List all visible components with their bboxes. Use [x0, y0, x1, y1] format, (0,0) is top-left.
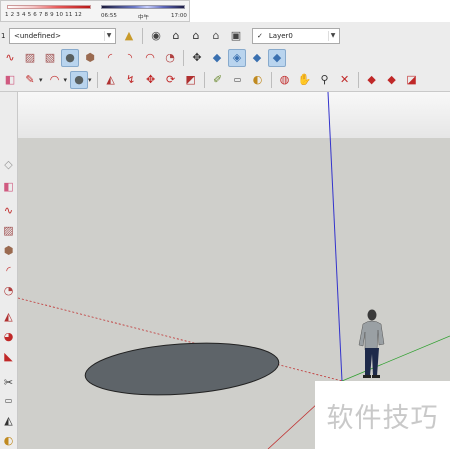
eraser-icon[interactable]: ◧ [1, 71, 19, 89]
tape-measure-icon[interactable]: ✂ [0, 374, 17, 391]
time-end-label: 17:00 [171, 13, 187, 19]
style-combo-prefix: 1 [1, 31, 6, 40]
iso-cube-icon[interactable]: ◆ [208, 49, 226, 67]
rotate-icon[interactable]: ◕ [0, 328, 17, 345]
select-icon[interactable]: ◇ [0, 156, 17, 173]
house-icon[interactable]: ⌂ [167, 27, 185, 45]
pie-icon[interactable]: ◔ [161, 49, 179, 67]
move-tool-icon[interactable]: ✥ [142, 71, 160, 89]
chevron-down-icon[interactable]: ▾ [88, 76, 92, 84]
watermark: 软件技巧 [315, 381, 450, 449]
chevron-down-icon[interactable]: ▾ [39, 76, 43, 84]
two-point-arc-icon[interactable]: ◝ [121, 49, 139, 67]
rectangle-icon[interactable]: ▨ [0, 222, 17, 239]
chevron-down-icon: ▼ [328, 30, 337, 41]
rotated-rectangle-icon[interactable]: ▧ [41, 49, 59, 67]
rotate-icon[interactable]: ⟳ [162, 71, 180, 89]
push-pull-icon[interactable]: ◭ [0, 308, 17, 325]
move-icon[interactable]: ✥ [188, 49, 206, 67]
follow-me-icon[interactable]: ↯ [122, 71, 140, 89]
scale-icon[interactable]: ◩ [182, 71, 200, 89]
toolbar-row-1: 1 <undefined> ▼ ▲ ◉ ⌂ ⌂ ⌂ ▣ ✓ Layer0 ▼ [0, 24, 340, 47]
toolbar-separator [270, 71, 272, 88]
month-slider[interactable] [7, 5, 91, 9]
toolbar-separator [357, 71, 359, 88]
follow-me-icon[interactable]: ◣ [0, 348, 17, 365]
watermark-text: 软件技巧 [326, 402, 439, 434]
freehand-icon[interactable]: ∿ [0, 202, 17, 219]
warehouse-get-icon[interactable]: ◆ [363, 71, 381, 89]
extension-icon[interactable]: ◆ [383, 71, 401, 89]
pie-icon[interactable]: ◔ [0, 282, 17, 299]
chevron-down-icon: ▼ [104, 30, 113, 41]
circle-tool-icon[interactable]: ● [70, 70, 89, 89]
pencil-icon[interactable]: ✎ [21, 71, 39, 89]
toolbar-row-2: ∿ ▨ ▧ ● ⬢ ◜ ◝ ◠ ◔ ✥ ◆ ◈ ◆ ◆ [0, 46, 287, 69]
front-view-icon[interactable]: ◆ [248, 49, 266, 67]
arc-tool-icon[interactable]: ◠ [46, 71, 64, 89]
pan-icon[interactable]: ✋ [296, 71, 314, 89]
shadow-settings-panel: 1 2 3 4 5 6 7 8 9 10 11 12 06:55 中午 17:0… [0, 0, 190, 22]
time-mid-label: 中午 [138, 15, 150, 21]
toolbar-area: 1 <undefined> ▼ ▲ ◉ ⌂ ⌂ ⌂ ▣ ✓ Layer0 ▼ ∿… [0, 22, 450, 92]
house-front-icon[interactable]: ⌂ [187, 27, 205, 45]
sky [18, 92, 450, 138]
protractor-icon[interactable]: ◭ [0, 412, 17, 429]
arc-icon[interactable]: ◜ [101, 49, 119, 67]
warehouse-icon[interactable]: ▣ [227, 27, 245, 45]
style-select-value: <undefined> [14, 31, 61, 40]
rectangle-icon[interactable]: ▨ [21, 49, 39, 67]
zoom-extents-icon[interactable]: ✕ [336, 71, 354, 89]
time-start-label: 06:55 [101, 13, 117, 19]
orbit-icon[interactable]: ◍ [276, 71, 294, 89]
dimension-icon[interactable]: ▭ [229, 71, 247, 89]
freehand-icon[interactable]: ∿ [1, 49, 19, 67]
share-icon[interactable]: ◪ [403, 71, 421, 89]
three-point-arc-icon[interactable]: ◠ [141, 49, 159, 67]
right-view-icon[interactable]: ◆ [268, 48, 286, 67]
check-icon: ✓ [257, 31, 263, 40]
arc-icon[interactable]: ◜ [0, 262, 17, 279]
left-toolbar: ◇ ◧ ∿ ▨ ⬢ ◜ ◔ ◭ ◕ ◣ ✂ ▭ ◭ ◐ [0, 92, 18, 449]
zoom-icon[interactable]: ⚲ [316, 71, 334, 89]
polygon-icon[interactable]: ⬢ [0, 242, 17, 259]
toolbar-row-3: ◧ ✎ ▾ ◠ ▾ ● ▾ ◭ ↯ ✥ ⟳ ◩ ✐ ▭ ◐ ◍ ✋ ⚲ ✕ ◆ … [0, 68, 422, 91]
top-view-icon[interactable]: ◈ [228, 48, 246, 67]
glasses-icon[interactable]: ◉ [147, 27, 165, 45]
paint-icon[interactable]: ◐ [249, 71, 267, 89]
toolbar-separator [96, 71, 98, 88]
house-outline-icon[interactable]: ⌂ [207, 27, 225, 45]
eraser-icon[interactable]: ◧ [0, 178, 17, 195]
layer-select[interactable]: ✓ Layer0 ▼ [252, 27, 340, 44]
toolbar-separator [203, 71, 205, 88]
chevron-down-icon[interactable]: ▾ [64, 76, 68, 84]
polygon-icon[interactable]: ⬢ [81, 49, 99, 67]
month-ticks: 1 2 3 4 5 6 7 8 9 10 11 12 [5, 12, 82, 18]
tape-measure-icon[interactable]: ✐ [209, 71, 227, 89]
toolbar-separator [142, 27, 143, 44]
layer-select-value: Layer0 [268, 31, 293, 40]
push-pull-icon[interactable]: ◭ [102, 71, 120, 89]
style-select[interactable]: <undefined> ▼ [9, 27, 116, 44]
toolbar-separator [183, 49, 184, 66]
paint-bucket-icon[interactable]: ▲ [120, 27, 138, 45]
dimension-icon[interactable]: ▭ [0, 392, 17, 409]
time-slider[interactable] [101, 5, 185, 9]
circle-icon[interactable]: ● [61, 48, 79, 67]
axes-icon[interactable]: ◐ [0, 432, 17, 449]
